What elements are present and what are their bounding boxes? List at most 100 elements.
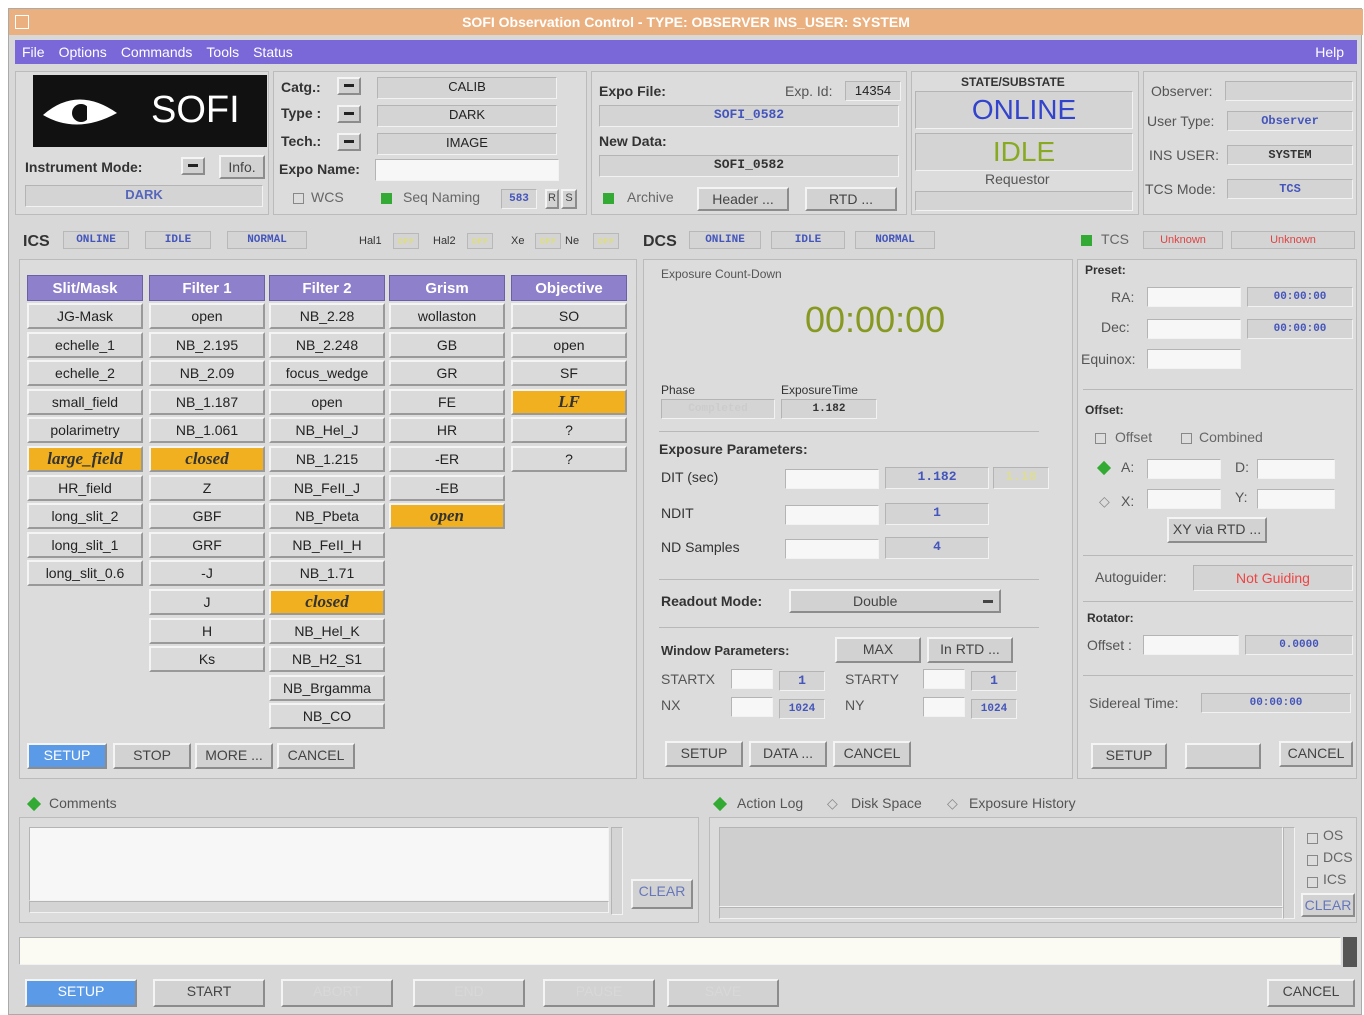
- filter2-option[interactable]: NB_Brgamma: [269, 674, 385, 701]
- tech-menu[interactable]: ▬: [337, 133, 361, 151]
- slit-option[interactable]: long_slit_0.6: [27, 560, 143, 587]
- filter1-option[interactable]: closed: [149, 445, 265, 472]
- filter2-option[interactable]: NB_FeII_H: [269, 531, 385, 558]
- filter1-option[interactable]: open: [149, 303, 265, 329]
- log-hscrollbar[interactable]: [719, 907, 1283, 919]
- nd-samples-input[interactable]: [785, 539, 879, 559]
- type-menu[interactable]: ▬: [337, 105, 361, 123]
- ndit-input[interactable]: [785, 505, 879, 525]
- log-clear-button[interactable]: CLEAR: [1301, 893, 1355, 917]
- message-scroll-icon[interactable]: [1343, 937, 1357, 967]
- filter1-option[interactable]: GBF: [149, 503, 265, 530]
- filter2-option[interactable]: NB_H2_S1: [269, 646, 385, 673]
- slit-option[interactable]: echelle_1: [27, 331, 143, 358]
- pause-button[interactable]: PAUSE: [543, 979, 655, 1007]
- ics-more-button[interactable]: MORE ...: [195, 743, 273, 769]
- grism-option[interactable]: FE: [389, 388, 505, 415]
- xy-via-rtd-button[interactable]: XY via RTD ...: [1167, 517, 1267, 543]
- ny-input[interactable]: [923, 697, 965, 717]
- dec-input[interactable]: [1147, 319, 1241, 339]
- filter2-option[interactable]: focus_wedge: [269, 360, 385, 387]
- rotator-offset-input[interactable]: [1143, 635, 1239, 655]
- ics-cancel-button[interactable]: CANCEL: [277, 743, 355, 769]
- log-vscrollbar[interactable]: [1283, 827, 1295, 919]
- dcs-log-checkbox[interactable]: [1307, 855, 1318, 866]
- slit-option[interactable]: long_slit_2: [27, 503, 143, 530]
- comments-vscrollbar[interactable]: [611, 827, 623, 915]
- in-rtd-button[interactable]: In RTD ...: [927, 637, 1013, 663]
- filter2-option[interactable]: open: [269, 388, 385, 415]
- readout-mode-select[interactable]: Double ▬: [789, 589, 1001, 613]
- seq-s-button[interactable]: S: [561, 189, 577, 209]
- x-input[interactable]: [1147, 489, 1221, 509]
- rtd-button[interactable]: RTD ...: [805, 187, 897, 211]
- tcs-cancel-button[interactable]: CANCEL: [1279, 741, 1353, 767]
- filter2-option[interactable]: NB_Hel_K: [269, 617, 385, 644]
- ics-stop-button[interactable]: STOP: [113, 743, 191, 769]
- disk-space-radio-icon[interactable]: ◇: [827, 795, 838, 812]
- start-button[interactable]: START: [153, 979, 265, 1007]
- header-button[interactable]: Header ...: [697, 187, 789, 211]
- filter2-option[interactable]: NB_Hel_J: [269, 417, 385, 444]
- filter2-option[interactable]: NB_2.248: [269, 331, 385, 358]
- filter2-option[interactable]: NB_CO: [269, 703, 385, 730]
- save-button[interactable]: SAVE: [667, 979, 779, 1007]
- grism-option[interactable]: -EB: [389, 474, 505, 501]
- comments-toggle-icon[interactable]: [26, 796, 42, 812]
- slit-option[interactable]: long_slit_1: [27, 531, 143, 558]
- log-area[interactable]: [719, 827, 1283, 907]
- cancel-button[interactable]: CANCEL: [1267, 979, 1355, 1007]
- slit-option[interactable]: JG-Mask: [27, 303, 143, 329]
- filter1-option[interactable]: NB_2.09: [149, 360, 265, 387]
- seq-value[interactable]: 583: [501, 189, 537, 209]
- objective-option[interactable]: LF: [511, 388, 627, 415]
- end-button[interactable]: END: [413, 979, 525, 1007]
- filter2-option[interactable]: closed: [269, 588, 385, 615]
- grism-option[interactable]: GB: [389, 331, 505, 358]
- objective-option[interactable]: open: [511, 331, 627, 358]
- filter1-option[interactable]: NB_2.195: [149, 331, 265, 358]
- offset-checkbox[interactable]: [1095, 433, 1106, 444]
- dcs-data-button[interactable]: DATA ...: [749, 741, 827, 767]
- ics-log-checkbox[interactable]: [1307, 877, 1318, 888]
- objective-option[interactable]: SO: [511, 303, 627, 329]
- menu-tools[interactable]: Tools: [199, 40, 246, 64]
- menu-status[interactable]: Status: [246, 40, 300, 64]
- comments-hscrollbar[interactable]: [29, 901, 609, 913]
- objective-option[interactable]: ?: [511, 417, 627, 444]
- action-log-radio-icon[interactable]: [712, 796, 728, 812]
- setup-button[interactable]: SETUP: [25, 979, 137, 1007]
- dit-input[interactable]: [785, 469, 879, 489]
- filter1-option[interactable]: -J: [149, 560, 265, 587]
- menu-file[interactable]: File: [15, 40, 52, 64]
- nx-input[interactable]: [731, 697, 773, 717]
- window-menu-icon[interactable]: [15, 15, 29, 29]
- slit-option[interactable]: echelle_2: [27, 360, 143, 387]
- filter2-option[interactable]: NB_FeII_J: [269, 474, 385, 501]
- grism-option[interactable]: open: [389, 503, 505, 530]
- filter2-option[interactable]: NB_2.28: [269, 303, 385, 329]
- startx-input[interactable]: [731, 669, 773, 689]
- filter1-option[interactable]: NB_1.061: [149, 417, 265, 444]
- instrument-mode-menu[interactable]: ▬: [181, 157, 205, 175]
- grism-option[interactable]: wollaston: [389, 303, 505, 329]
- slit-option[interactable]: small_field: [27, 388, 143, 415]
- grism-option[interactable]: HR: [389, 417, 505, 444]
- filter1-option[interactable]: GRF: [149, 531, 265, 558]
- combined-checkbox[interactable]: [1181, 433, 1192, 444]
- wcs-checkbox[interactable]: [293, 193, 304, 204]
- tcs-setup-button[interactable]: SETUP: [1091, 743, 1167, 769]
- ics-setup-button[interactable]: SETUP: [27, 743, 107, 769]
- menu-help[interactable]: Help: [1308, 40, 1351, 64]
- y-input[interactable]: [1257, 489, 1335, 509]
- dcs-setup-button[interactable]: SETUP: [665, 741, 743, 767]
- info-button[interactable]: Info.: [219, 155, 265, 179]
- filter1-option[interactable]: NB_1.187: [149, 388, 265, 415]
- objective-option[interactable]: SF: [511, 360, 627, 387]
- filter1-option[interactable]: J: [149, 588, 265, 615]
- filter1-option[interactable]: H: [149, 617, 265, 644]
- abort-button[interactable]: ABORT: [281, 979, 393, 1007]
- max-button[interactable]: MAX: [835, 637, 921, 663]
- filter1-option[interactable]: Z: [149, 474, 265, 501]
- grism-option[interactable]: GR: [389, 360, 505, 387]
